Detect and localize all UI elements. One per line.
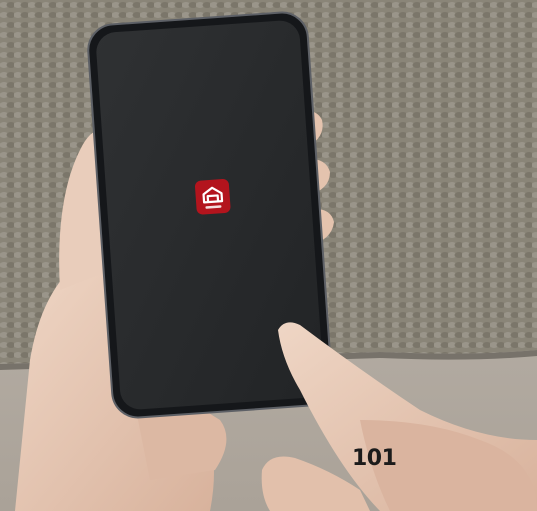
app-icon <box>194 179 231 215</box>
photo-scene: 101 <box>0 0 537 511</box>
photo-illustration <box>0 0 537 511</box>
page-number: 101 <box>352 446 397 471</box>
